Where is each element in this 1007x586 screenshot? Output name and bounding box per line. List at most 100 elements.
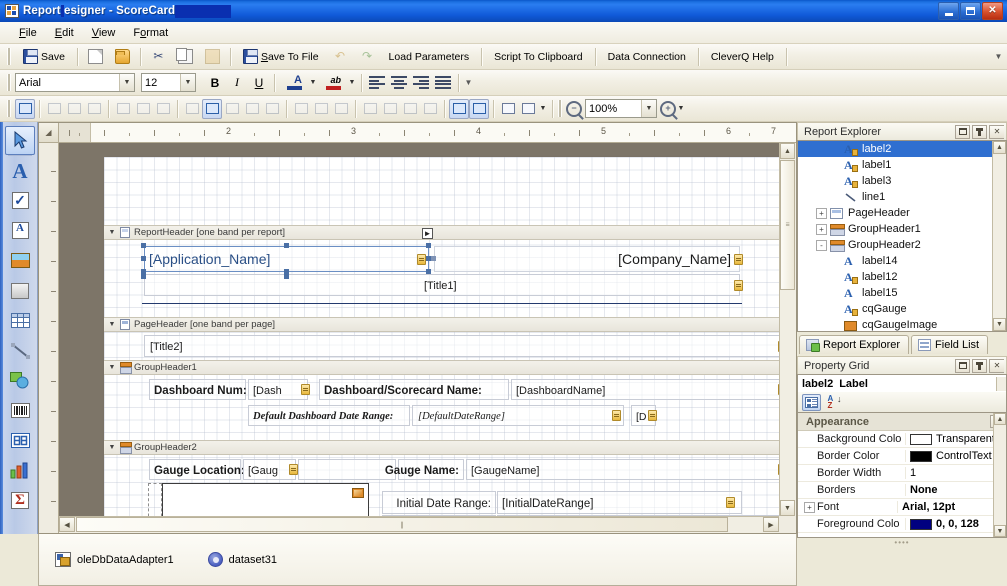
- center-horizontally-button[interactable]: [449, 98, 469, 119]
- minimize-button[interactable]: [938, 2, 959, 20]
- property-row-border-width[interactable]: Border Width 1: [798, 465, 1006, 482]
- toolbox-item-barcode[interactable]: [5, 396, 35, 425]
- zoom-combo[interactable]: 100% ▼: [585, 99, 657, 118]
- property-grid-autohide-button[interactable]: [955, 358, 970, 373]
- ruler-origin-button[interactable]: ◢: [39, 123, 59, 143]
- tree-node-cqgaugeimage[interactable]: cqGaugeImage: [798, 317, 1006, 331]
- initial-date-range-label[interactable]: Initial Date Range:: [382, 491, 496, 514]
- toolbox-item-chart[interactable]: [5, 456, 35, 485]
- tree-node-label12[interactable]: A label12: [798, 269, 1006, 285]
- canvas-horizontal-scrollbar[interactable]: ◀ ∥ ▶: [59, 516, 779, 533]
- highlight-color-dropdown[interactable]: ▼: [347, 73, 357, 93]
- report-explorer-pin-button[interactable]: [972, 124, 987, 139]
- default-date-range-label[interactable]: Default Dashboard Date Range:: [248, 405, 410, 426]
- smart-tag-icon[interactable]: [417, 254, 426, 265]
- gauge-name-field[interactable]: [GaugeName]: [466, 459, 779, 480]
- toolbox-item-pivot-grid[interactable]: Σ: [5, 486, 35, 515]
- chevron-down-icon[interactable]: ▼: [108, 444, 116, 451]
- title1-field[interactable]: [Title1]: [144, 274, 743, 296]
- font-name-combo[interactable]: Arial ▼: [15, 73, 135, 92]
- toolbox-item-rich-text[interactable]: A: [5, 216, 35, 245]
- open-button[interactable]: [109, 47, 136, 67]
- default-date-range-field-2[interactable]: [D: [631, 405, 657, 426]
- gauge-spacer-box[interactable]: [298, 459, 396, 480]
- band-header-report-header[interactable]: ▼ ReportHeader [one band per report]: [104, 225, 779, 240]
- new-button[interactable]: [82, 47, 109, 67]
- toolbox-item-label[interactable]: A: [5, 156, 35, 185]
- property-scroll-down-button[interactable]: ▼: [994, 525, 1006, 537]
- band-body-report-header[interactable]: [Application_Name] ► [Company_Name] [Tit…: [104, 228, 779, 310]
- property-row-foreground-color[interactable]: Foreground Colo 0, 0, 128: [798, 516, 1006, 533]
- underline-button[interactable]: U: [248, 73, 270, 93]
- maximize-button[interactable]: [960, 2, 981, 20]
- tray-item-oledbdataadapter1[interactable]: oleDbDataAdapter1: [55, 552, 174, 567]
- tree-node-label1[interactable]: A label1: [798, 157, 1006, 173]
- bring-to-front-button[interactable]: [498, 99, 518, 119]
- font-color-button[interactable]: A: [279, 73, 308, 93]
- copy-button[interactable]: [172, 47, 199, 67]
- canvas-vertical-scrollbar[interactable]: ▲ ≡ ▼: [779, 143, 796, 516]
- initial-date-range-field[interactable]: [InitialDateRange]: [497, 491, 742, 514]
- tree-node-label14[interactable]: A label14: [798, 253, 1006, 269]
- layout-toolbar-overflow-button[interactable]: ▼: [538, 99, 548, 119]
- format-toolbar-overflow-button[interactable]: ▼: [463, 73, 474, 93]
- smart-tag-icon[interactable]: [726, 497, 735, 508]
- main-toolbar-overflow-button[interactable]: ▼: [993, 47, 1004, 67]
- chevron-down-icon[interactable]: ▼: [108, 229, 116, 236]
- horizontal-scroll-thumb[interactable]: ∥: [76, 517, 728, 532]
- align-center-button[interactable]: [388, 73, 410, 93]
- property-grid-object-header[interactable]: label2 Label: [797, 374, 1007, 392]
- smart-tag-icon[interactable]: [734, 254, 743, 265]
- smart-tag-icon[interactable]: [289, 464, 298, 475]
- scroll-right-button[interactable]: ▶: [763, 517, 779, 532]
- chevron-down-icon[interactable]: ▼: [108, 321, 116, 328]
- band-body-group-header-2[interactable]: Gauge Location: [Gaug Gauge Name: [Gauge…: [104, 455, 779, 516]
- chevron-down-icon[interactable]: ▼: [180, 74, 195, 91]
- band-header-group-header-2[interactable]: ▼ GroupHeader2: [104, 440, 779, 455]
- dashboard-name-field[interactable]: [DashboardName]: [511, 379, 779, 400]
- layout-toolbar-grip[interactable]: [7, 100, 11, 117]
- picture-icon[interactable]: [352, 488, 364, 498]
- smart-tag-icon[interactable]: [734, 280, 743, 291]
- expand-icon[interactable]: +: [816, 207, 827, 219]
- italic-button[interactable]: I: [226, 73, 248, 93]
- scroll-up-button[interactable]: ▲: [780, 143, 795, 159]
- toolbox-item-line[interactable]: [5, 336, 35, 365]
- tray-item-dataset31[interactable]: dataset31: [207, 552, 277, 567]
- smart-tag-arrow-icon[interactable]: ►: [422, 228, 433, 239]
- toolbox-item-zip-code[interactable]: [5, 426, 35, 455]
- report-explorer-tree[interactable]: A label2 A label1 A label3 line1 + PageH…: [797, 140, 1007, 332]
- company-name-field[interactable]: [Company_Name]: [434, 246, 743, 272]
- property-grid-close-button[interactable]: ✕: [989, 358, 1004, 373]
- menu-item-edit[interactable]: Edit: [46, 24, 83, 42]
- cut-button[interactable]: ✂: [145, 47, 172, 67]
- smart-tag-icon[interactable]: [301, 384, 310, 395]
- zoom-toolbar-grip[interactable]: [558, 100, 562, 117]
- tree-node-label2[interactable]: A label2: [798, 141, 1006, 157]
- font-size-combo[interactable]: 12 ▼: [141, 73, 196, 92]
- cleverq-help-button[interactable]: CleverQ Help: [703, 47, 782, 67]
- tab-field-list[interactable]: Field List: [911, 335, 989, 354]
- band-body-group-header-1[interactable]: Dashboard Num: [Dash Dashboard/Scorecard…: [104, 375, 779, 437]
- property-row-font[interactable]: + Font Arial, 12pt: [798, 499, 1006, 516]
- toolbox-item-check-box[interactable]: ✓: [5, 186, 35, 215]
- script-to-clipboard-button[interactable]: Script To Clipboard: [486, 47, 591, 67]
- chevron-down-icon[interactable]: ▼: [119, 74, 134, 91]
- property-grid-pin-button[interactable]: [972, 358, 987, 373]
- toolbox-item-shape[interactable]: [5, 366, 35, 395]
- size-to-grid-button[interactable]: [202, 98, 222, 119]
- zoom-out-icon[interactable]: −: [566, 100, 582, 117]
- save-button[interactable]: Save: [15, 47, 73, 67]
- band-body-page-header[interactable]: [Title2]: [104, 332, 779, 360]
- vertical-scroll-thumb[interactable]: ≡: [780, 160, 795, 290]
- property-row-background-color[interactable]: Background Colo Transparent: [798, 431, 1006, 448]
- property-grid-vertical-scrollbar[interactable]: ▲ ▼: [993, 413, 1006, 537]
- format-toolbar-grip[interactable]: [7, 74, 11, 91]
- property-row-border-color[interactable]: Border Color ControlText: [798, 448, 1006, 465]
- smart-tag-icon[interactable]: [612, 410, 621, 421]
- menu-item-view[interactable]: View: [83, 24, 125, 42]
- menu-item-file[interactable]: File: [10, 24, 46, 42]
- menu-item-format[interactable]: Format: [124, 24, 177, 42]
- dashboard-num-field[interactable]: [Dash: [248, 379, 310, 400]
- toolbar-grip[interactable]: [7, 48, 11, 65]
